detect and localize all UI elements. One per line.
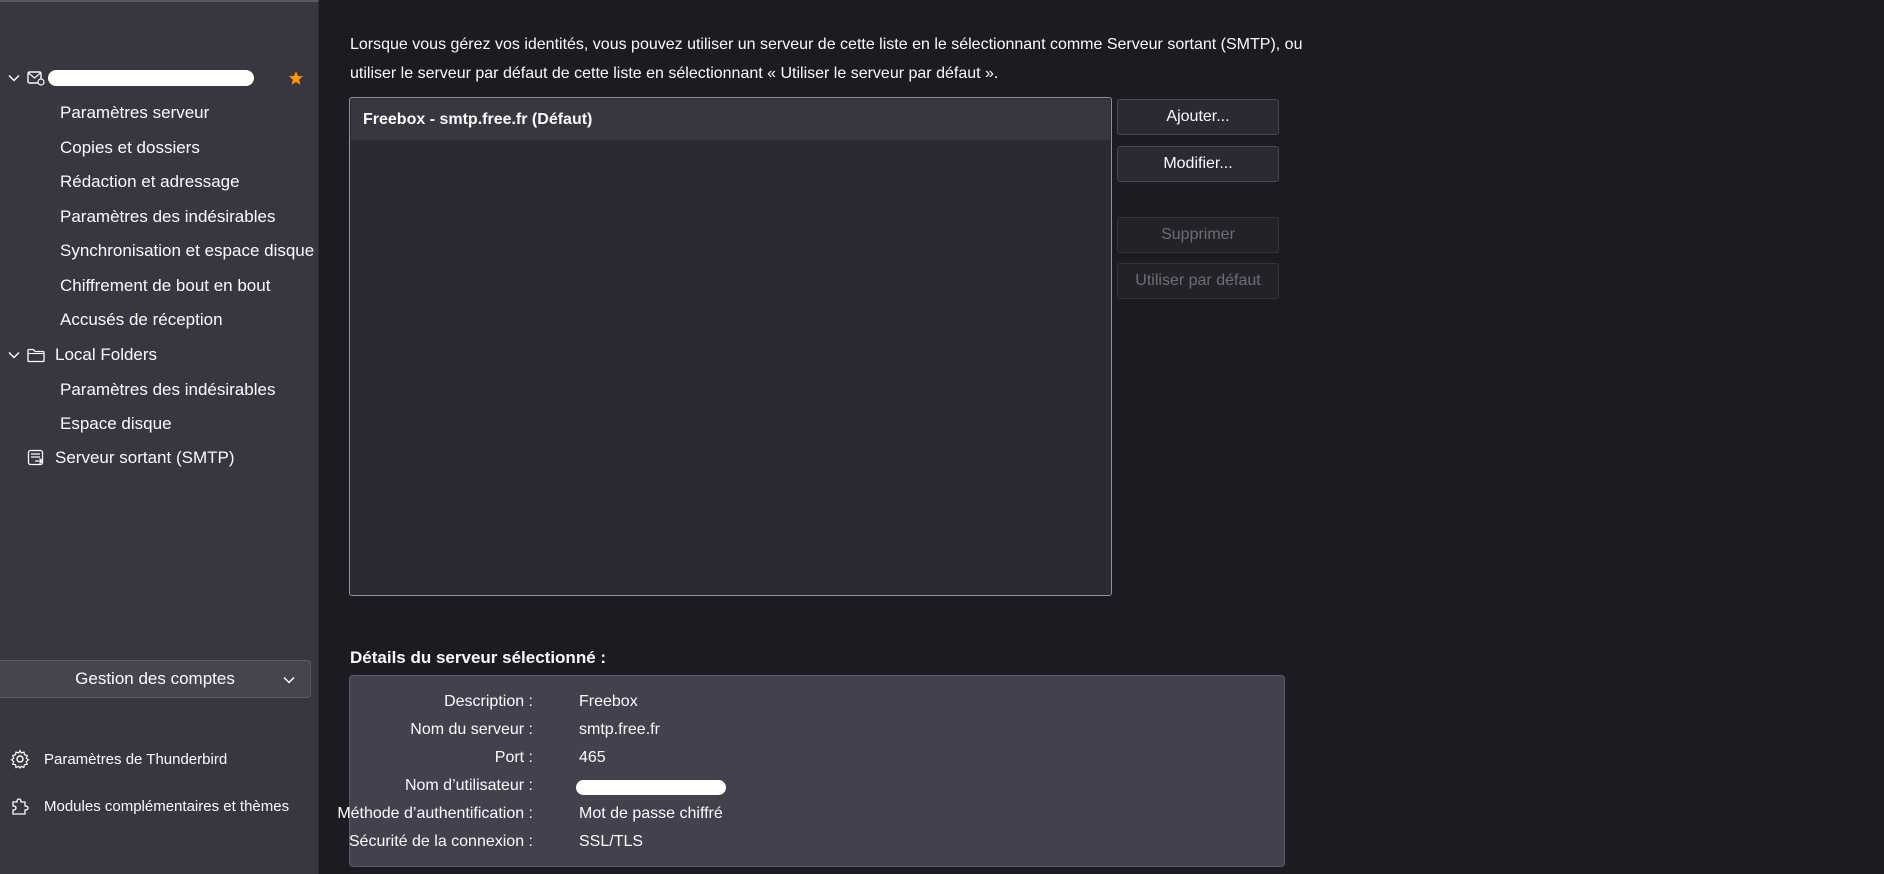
details-row-connection-security: Sécurité de la connexion : SSL/TLS: [348, 829, 1286, 857]
details-value: Freebox: [579, 693, 638, 710]
details-value: 465: [579, 749, 606, 766]
details-label: Description :: [444, 693, 533, 710]
outgoing-server-icon: [26, 448, 46, 468]
details-value: smtp.free.fr: [579, 721, 660, 738]
details-value: Mot de passe chiffré: [579, 805, 723, 822]
details-row-server-name: Nom du serveur : smtp.free.fr: [350, 717, 1286, 745]
smtp-server-label: Freebox - smtp.free.fr (Défaut): [363, 110, 593, 128]
account-actions-label: Gestion des comptes: [75, 669, 235, 688]
tree-item-local-junk-settings[interactable]: Paramètres des indésirables: [0, 374, 319, 406]
details-row-auth-method: Méthode d’authentification : Mot de pass…: [337, 801, 1286, 829]
details-row-description: Description : Freebox: [350, 689, 1286, 717]
details-label: Méthode d’authentification :: [337, 805, 533, 822]
redacted-username: [576, 780, 726, 795]
remove-server-button[interactable]: Supprimer: [1117, 217, 1279, 253]
tree-item-junk-settings[interactable]: Paramètres des indésirables: [0, 201, 319, 233]
smtp-server-row[interactable]: Freebox - smtp.free.fr (Défaut): [351, 99, 1110, 140]
redacted-account-name: [48, 70, 254, 86]
smtp-server-list[interactable]: Freebox - smtp.free.fr (Défaut): [349, 97, 1112, 596]
tree-item-copies-folders[interactable]: Copies et dossiers: [0, 132, 319, 164]
tree-item-composition[interactable]: Rédaction et adressage: [0, 166, 319, 198]
details-label: Nom d’utilisateur :: [404, 777, 533, 794]
chevron-down-icon[interactable]: [8, 72, 20, 84]
tree-item-label: Local Folders: [55, 345, 158, 364]
star-icon: [288, 70, 304, 86]
server-details-box: Description : Freebox Nom du serveur : s…: [337, 675, 1286, 867]
smtp-settings-pane: Lorsque vous gérez vos identités, vous p…: [320, 0, 1884, 874]
footer-link-label: Paramètres de Thunderbird: [44, 750, 228, 768]
tree-item-account[interactable]: [0, 62, 319, 94]
tree-item-e2e-encryption[interactable]: Chiffrement de bout en bout: [0, 270, 319, 302]
puzzle-piece-icon: [10, 796, 30, 816]
gear-icon: [10, 749, 30, 769]
details-row-port: Port : 465: [350, 745, 1286, 773]
account-tree-sidebar: Paramètres serveur Copies et dossiers Ré…: [0, 0, 319, 874]
tree-item-receipts[interactable]: Accusés de réception: [0, 304, 319, 336]
tree-item-local-folders[interactable]: Local Folders: [0, 339, 319, 371]
chevron-down-icon: [282, 672, 296, 686]
add-server-button[interactable]: Ajouter...: [1117, 99, 1279, 135]
chevron-down-icon[interactable]: [8, 349, 20, 361]
tree-item-label: Chiffrement de bout en bout: [60, 276, 271, 295]
smtp-intro-text: Lorsque vous gérez vos identités, vous p…: [350, 36, 1303, 82]
details-label: Sécurité de la connexion :: [348, 833, 533, 850]
tree-item-label: Synchronisation et espace disque: [60, 241, 315, 260]
footer-link-label: Modules complémentaires et thèmes: [44, 797, 290, 815]
set-default-server-button[interactable]: Utiliser par défaut: [1117, 263, 1279, 299]
details-heading: Détails du serveur sélectionné :: [350, 648, 607, 667]
tree-item-label: Espace disque: [60, 414, 172, 433]
tree-item-label: Rédaction et adressage: [60, 172, 240, 191]
addons-themes-link[interactable]: Modules complémentaires et thèmes: [0, 791, 319, 821]
mail-account-icon: [26, 68, 46, 88]
details-label: Nom du serveur :: [410, 721, 533, 738]
tree-item-label: Copies et dossiers: [60, 138, 200, 157]
tree-item-disk-space[interactable]: Espace disque: [0, 408, 319, 440]
details-value: SSL/TLS: [579, 833, 644, 850]
tree-item-smtp[interactable]: Serveur sortant (SMTP): [0, 442, 319, 474]
details-label: Port :: [494, 749, 533, 766]
details-row-username: Nom d’utilisateur :: [350, 773, 1286, 801]
tree-item-label: Serveur sortant (SMTP): [55, 448, 235, 467]
tree-item-label: Accusés de réception: [60, 310, 223, 329]
edit-server-button[interactable]: Modifier...: [1117, 146, 1279, 182]
tree-item-server-settings[interactable]: Paramètres serveur: [0, 97, 319, 129]
tree-item-label: Paramètres serveur: [60, 103, 210, 122]
account-actions-menu-button[interactable]: Gestion des comptes: [0, 660, 311, 698]
folder-icon: [26, 345, 46, 365]
thunderbird-settings-link[interactable]: Paramètres de Thunderbird: [0, 744, 319, 774]
tree-item-sync-storage[interactable]: Synchronisation et espace disque: [0, 235, 319, 267]
tree-item-label: Paramètres des indésirables: [60, 380, 276, 399]
tree-item-label: Paramètres des indésirables: [60, 207, 276, 226]
